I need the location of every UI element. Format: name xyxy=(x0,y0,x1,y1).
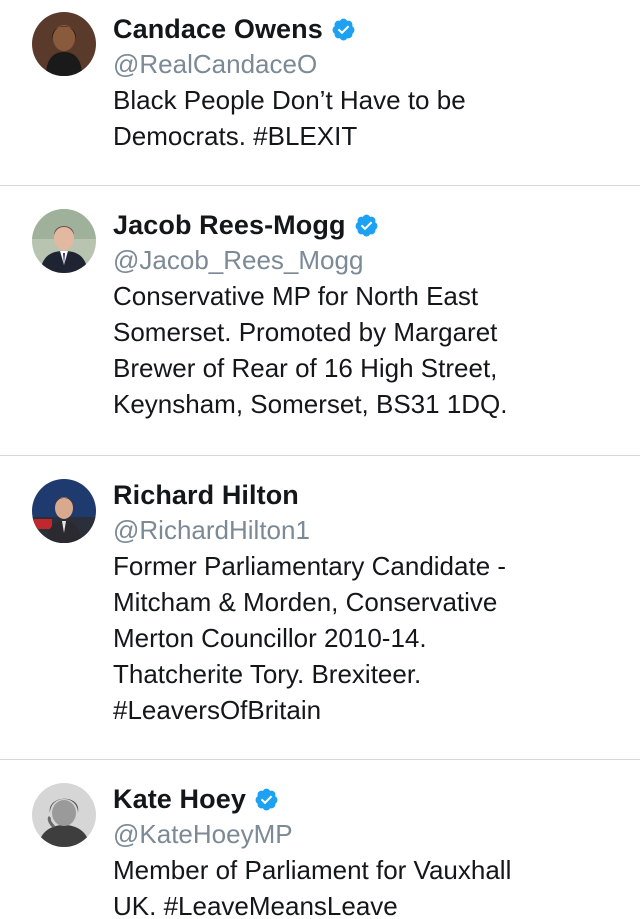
bio-line: Mitcham & Morden, Conservative xyxy=(113,587,498,617)
account-list: Candace Owens @RealCandaceO Black People… xyxy=(0,0,640,919)
bio-line: Merton Councillor 2010-14. xyxy=(113,623,427,653)
avatar[interactable] xyxy=(32,12,96,76)
verified-badge-icon xyxy=(254,787,279,812)
avatar[interactable] xyxy=(32,783,96,847)
bio-line: Thatcherite Tory. Brexiteer. xyxy=(113,659,422,689)
account-name[interactable]: Richard Hilton xyxy=(113,480,299,511)
account-list-item[interactable]: Richard Hilton @RichardHilton1 Former Pa… xyxy=(0,456,640,760)
avatar-image xyxy=(32,12,96,76)
account-handle: @RealCandaceO xyxy=(113,49,318,79)
account-bio: Former Parliamentary Candidate - Mitcham… xyxy=(113,548,630,728)
verified-badge-icon xyxy=(331,17,356,42)
avatar[interactable] xyxy=(32,209,96,273)
avatar[interactable] xyxy=(32,479,96,543)
account-list-item[interactable]: Kate Hoey @KateHoeyMP Member of Parliame… xyxy=(0,760,640,919)
bio-line: Keynsham, Somerset, BS31 1DQ. xyxy=(113,389,508,419)
account-name[interactable]: Candace Owens xyxy=(113,14,323,45)
bio-line: Member of Parliament for Vauxhall xyxy=(113,855,512,885)
bio-line: Black People Don’t Have to be xyxy=(113,85,466,115)
avatar-image xyxy=(32,209,96,273)
account-list-item[interactable]: Candace Owens @RealCandaceO Black People… xyxy=(0,0,640,186)
bio-line: Democrats. #BLEXIT xyxy=(113,121,358,151)
bio-line: Conservative MP for North East xyxy=(113,281,479,311)
account-list-item[interactable]: Jacob Rees-Mogg @Jacob_Rees_Mogg Conserv… xyxy=(0,186,640,456)
account-handle: @Jacob_Rees_Mogg xyxy=(113,245,364,275)
account-bio: Black People Don’t Have to be Democrats.… xyxy=(113,82,630,154)
bio-line: #LeaversOfBritain xyxy=(113,695,322,725)
account-bio: Member of Parliament for Vauxhall UK. #L… xyxy=(113,852,630,919)
account-handle: @RichardHilton1 xyxy=(113,515,310,545)
account-handle: @KateHoeyMP xyxy=(113,819,293,849)
bio-line: UK. #LeaveMeansLeave xyxy=(113,891,398,919)
verified-badge-icon xyxy=(354,213,379,238)
avatar-image xyxy=(32,479,96,543)
bio-line: Former Parliamentary Candidate - xyxy=(113,551,507,581)
bio-line: Somerset. Promoted by Margaret xyxy=(113,317,498,347)
account-bio: Conservative MP for North East Somerset.… xyxy=(113,278,630,422)
account-name[interactable]: Kate Hoey xyxy=(113,784,246,815)
bio-line: Brewer of Rear of 16 High Street, xyxy=(113,353,498,383)
avatar-image xyxy=(32,783,96,847)
account-name[interactable]: Jacob Rees-Mogg xyxy=(113,210,346,241)
